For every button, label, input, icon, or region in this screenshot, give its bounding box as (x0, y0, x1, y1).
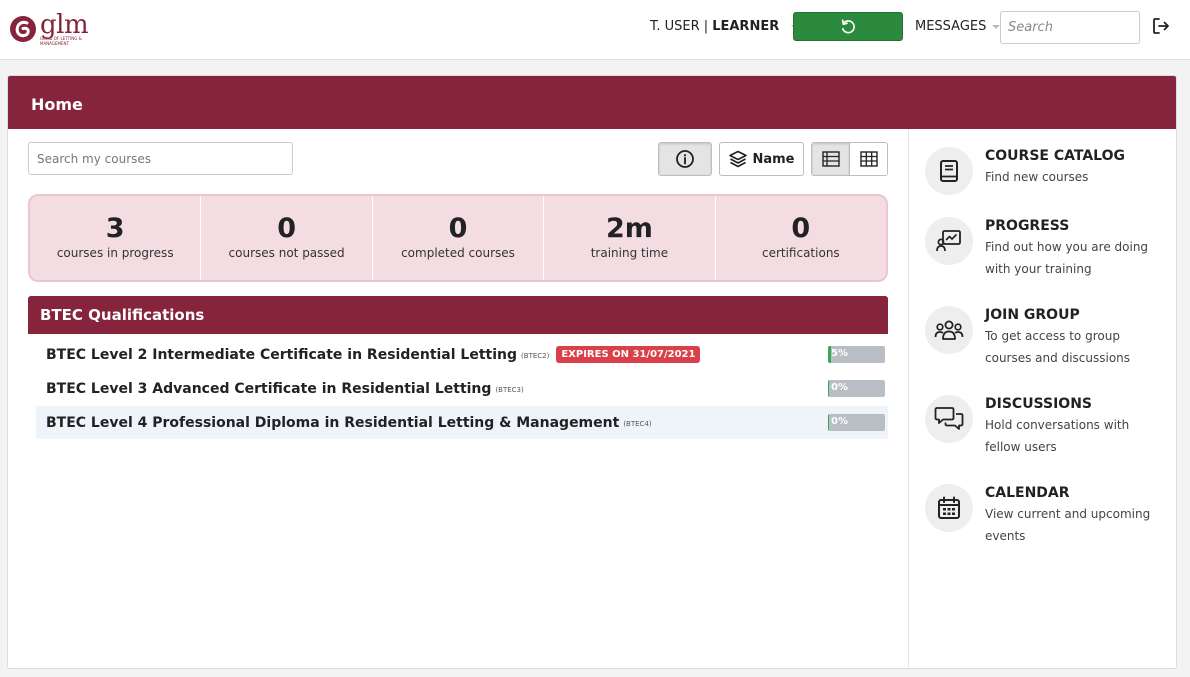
progress-bar: 5% (828, 346, 885, 363)
stat-certifications: 0 certifications (716, 196, 886, 280)
course-title[interactable]: BTEC Level 4 Professional Diploma in Res… (46, 415, 619, 431)
info-icon (676, 150, 694, 168)
sidebar-item-join-group[interactable]: JOIN GROUP To get access to group course… (925, 306, 1175, 369)
global-search-input[interactable] (1000, 11, 1140, 44)
book-icon (925, 147, 973, 195)
sidebar-item-desc: To get access to group courses and discu… (985, 329, 1131, 365)
progress-text: 0% (831, 382, 848, 393)
stats-summary: 3 courses in progress 0 courses not pass… (28, 194, 888, 282)
course-title[interactable]: BTEC Level 2 Intermediate Certificate in… (46, 347, 517, 363)
stat-courses-in-progress: 3 courses in progress (30, 196, 202, 280)
sidebar-item-title[interactable]: JOIN GROUP (985, 307, 1160, 323)
grid-view-icon (859, 151, 878, 167)
top-bar: glm GUILD OF LETTING & MANAGEMENT T. USE… (0, 0, 1190, 60)
course-search-input[interactable] (28, 142, 293, 175)
list-view-button[interactable] (812, 143, 850, 175)
layers-icon (729, 150, 748, 168)
sort-by-name-button[interactable]: Name (719, 142, 804, 176)
refresh-icon (841, 18, 855, 33)
sidebar-item-title[interactable]: COURSE CATALOG (985, 148, 1160, 164)
user-role: LEARNER (712, 19, 780, 34)
progress-text: 5% (831, 348, 848, 359)
course-row[interactable]: BTEC Level 4 Professional Diploma in Res… (36, 406, 888, 439)
course-group-header[interactable]: BTEC Qualifications (28, 296, 888, 334)
sidebar-item-progress[interactable]: PROGRESS Find out how you are doing with… (925, 217, 1175, 280)
progress-fill (828, 414, 829, 431)
view-toggle (811, 142, 888, 176)
sidebar-item-calendar[interactable]: CALENDAR View current and upcoming event… (925, 484, 1175, 547)
sidebar-item-course-catalog[interactable]: COURSE CATALOG Find new courses (925, 147, 1175, 195)
stat-label: training time (590, 246, 669, 260)
info-button[interactable] (658, 142, 712, 176)
stat-completed-courses: 0 completed courses (373, 196, 545, 280)
stat-courses-not-passed: 0 courses not passed (201, 196, 373, 280)
logout-icon[interactable] (1151, 16, 1171, 36)
grid-view-button[interactable] (850, 143, 887, 175)
stat-value: 0 (448, 213, 468, 244)
messages-label: MESSAGES (915, 19, 987, 34)
stat-value: 2m (605, 213, 653, 244)
expiry-badge: EXPIRES ON 31/07/2021 (556, 346, 701, 363)
user-menu[interactable]: T. USER | LEARNER (650, 19, 800, 34)
course-code: (BTEC4) (623, 420, 652, 428)
sort-label: Name (752, 151, 795, 167)
course-row[interactable]: BTEC Level 3 Advanced Certificate in Res… (36, 372, 888, 405)
glm-logo[interactable]: glm GUILD OF LETTING & MANAGEMENT (8, 12, 100, 46)
sidebar-item-desc: Hold conversations with fellow users (985, 418, 1130, 454)
stat-label: courses in progress (56, 246, 174, 260)
progress-bar: 0% (828, 414, 885, 431)
user-name: T. USER | (650, 19, 709, 34)
course-code: (BTEC2) (521, 352, 550, 360)
calendar-icon (925, 484, 973, 532)
sidebar-item-desc: Find new courses (985, 170, 1089, 184)
sidebar-item-title[interactable]: CALENDAR (985, 485, 1160, 501)
progress-bar: 0% (828, 380, 885, 397)
course-code: (BTEC3) (495, 386, 524, 394)
messages-menu[interactable]: MESSAGES (915, 19, 1001, 34)
progress-text: 0% (831, 416, 848, 427)
stat-value: 0 (791, 213, 811, 244)
stat-value: 3 (105, 213, 125, 244)
progress-chart-icon (925, 217, 973, 265)
stat-label: certifications (761, 246, 840, 260)
sidebar-item-desc: View current and upcoming events (985, 507, 1151, 543)
chat-bubbles-icon (925, 395, 973, 443)
logo-word: glm (40, 10, 89, 40)
logo-subtitle: GUILD OF LETTING & MANAGEMENT (40, 36, 82, 46)
logo-mark-icon (10, 16, 36, 42)
course-row[interactable]: BTEC Level 2 Intermediate Certificate in… (36, 338, 888, 371)
progress-fill (828, 380, 829, 397)
stat-value: 0 (277, 213, 296, 244)
sidebar-item-title[interactable]: DISCUSSIONS (985, 396, 1160, 412)
stat-training-time: 2m training time (544, 196, 716, 280)
stat-label: courses not passed (228, 246, 345, 260)
sidebar-item-title[interactable]: PROGRESS (985, 218, 1160, 234)
sidebar-item-desc: Find out how you are doing with your tra… (985, 240, 1149, 276)
course-title[interactable]: BTEC Level 3 Advanced Certificate in Res… (46, 381, 491, 397)
list-view-icon (821, 151, 840, 167)
page-title: Home (8, 76, 1176, 129)
sidebar: COURSE CATALOG Find new courses PROGRESS… (908, 129, 1176, 668)
home-panel: Home Name (7, 75, 1177, 669)
stat-label: completed courses (401, 246, 515, 260)
main-content: Name 3 courses in progress (8, 129, 908, 668)
group-icon (925, 306, 973, 354)
refresh-button[interactable] (793, 12, 903, 41)
sidebar-item-discussions[interactable]: DISCUSSIONS Hold conversations with fell… (925, 395, 1175, 458)
